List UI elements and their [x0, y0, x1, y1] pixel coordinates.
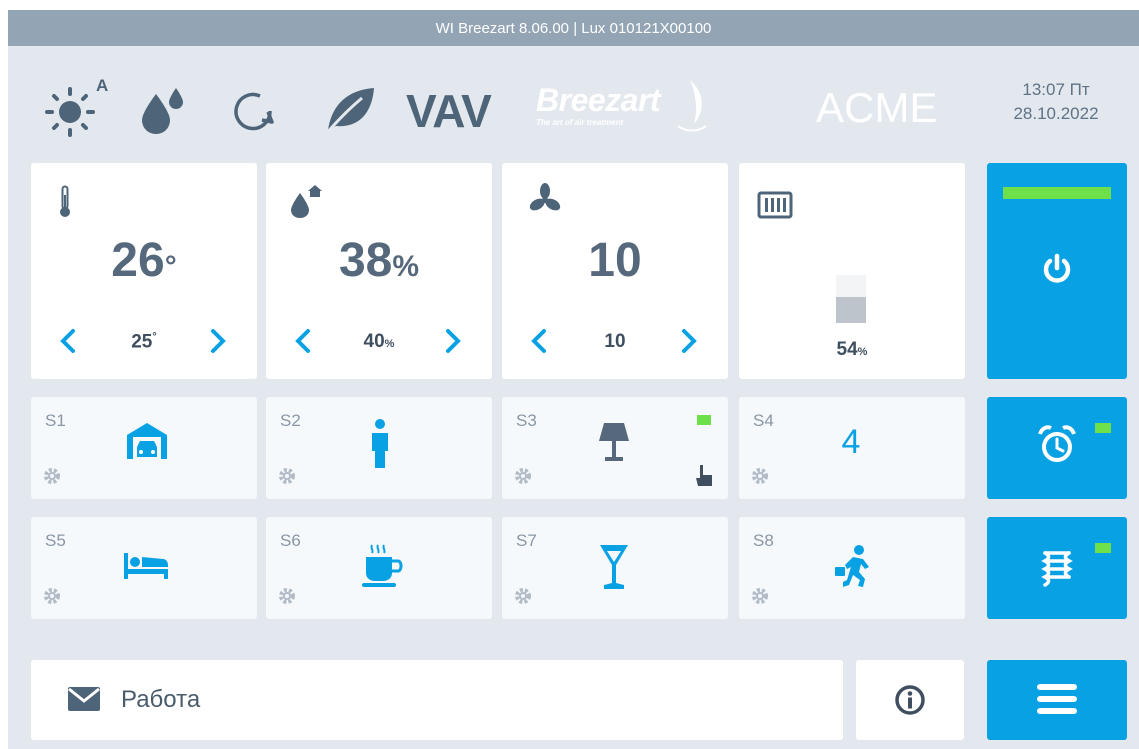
indoor-humidity-icon — [291, 185, 322, 218]
sensor-label: S4 — [753, 411, 774, 430]
gear-icon[interactable] — [278, 467, 296, 485]
temperature-decrease-button[interactable] — [55, 325, 81, 357]
title-bar: WI Breezart 8.06.00 | Lux 010121X00100 — [8, 10, 1139, 46]
power-status-indicator — [1003, 187, 1111, 199]
humidity-tile[interactable]: 38% 40% — [266, 163, 492, 379]
gear-icon[interactable] — [43, 467, 61, 485]
sun-auto-icon[interactable]: A — [44, 76, 112, 140]
humidity-increase-button[interactable] — [440, 325, 466, 357]
humidity-decrease-button[interactable] — [290, 325, 316, 357]
bed-icon — [124, 553, 168, 579]
fan-increase-button[interactable] — [676, 325, 702, 357]
power-icon — [1043, 253, 1071, 283]
heater-tile[interactable]: 54% — [739, 163, 965, 379]
app-frame: WI Breezart 8.06.00 | Lux 010121X00100 A — [8, 10, 1139, 749]
temperature-increase-button[interactable] — [205, 325, 231, 357]
fan-speed-tile[interactable]: 10 10 — [502, 163, 728, 379]
lamp-icon — [599, 423, 629, 461]
thermometer-icon — [60, 185, 70, 217]
sensor-tile-s5[interactable]: S5 — [31, 517, 257, 619]
humidity-setpoint: 40% — [363, 331, 395, 352]
message-bar[interactable]: Работа — [31, 660, 843, 740]
sensor-label: S6 — [280, 531, 301, 550]
message-text: Работа — [121, 686, 201, 713]
humidity-drops-icon[interactable] — [138, 82, 190, 138]
sensor-tile-s3[interactable]: S3 — [502, 397, 728, 499]
hand-pointer-icon — [696, 465, 712, 486]
recirculation-icon[interactable] — [230, 88, 276, 134]
cocktail-glass-icon — [600, 545, 628, 589]
filter-icon — [1041, 551, 1073, 587]
eco-leaf-icon[interactable] — [322, 84, 378, 136]
fan-setpoint: 10 — [604, 331, 626, 352]
sensor-label: S2 — [280, 411, 301, 430]
fan-speed-value: 10 — [588, 234, 642, 287]
menu-button[interactable] — [987, 660, 1127, 740]
sensor-active-indicator — [697, 415, 711, 425]
gear-icon[interactable] — [43, 587, 61, 605]
sensor-label: S7 — [516, 531, 537, 550]
alarm-status-indicator — [1095, 423, 1111, 433]
running-man-icon — [835, 545, 869, 587]
breezart-logo: Breezart The art of air treatment — [536, 80, 716, 140]
alarm-clock-button[interactable] — [987, 397, 1127, 499]
heater-level-fill — [836, 297, 866, 323]
sensor-tile-s1[interactable]: S1 — [31, 397, 257, 499]
sensor-tile-s2[interactable]: S2 — [266, 397, 492, 499]
envelope-icon — [68, 687, 100, 711]
gear-icon[interactable] — [278, 587, 296, 605]
gear-icon[interactable] — [751, 467, 769, 485]
clock-date: 28.10.2022 — [1013, 104, 1099, 123]
sensor-label: S5 — [45, 531, 66, 550]
power-button[interactable] — [987, 163, 1127, 379]
person-icon — [372, 419, 388, 468]
gear-icon[interactable] — [514, 587, 532, 605]
company-name: ACME — [816, 84, 938, 131]
auto-mark: A — [96, 76, 109, 95]
clock[interactable]: 13:07 Пт 28.10.2022 — [993, 78, 1119, 126]
temperature-setpoint: 25° — [131, 331, 157, 353]
sail-logo-icon — [677, 80, 707, 132]
sensor-label: S1 — [45, 411, 66, 430]
hamburger-menu-icon — [1037, 684, 1077, 714]
sensor-tile-s4[interactable]: S4 4 — [739, 397, 965, 499]
title-text: WI Breezart 8.06.00 | Lux 010121X00100 — [435, 19, 712, 37]
heater-radiator-icon — [757, 191, 793, 219]
sensor-tile-s8[interactable]: S8 — [739, 517, 965, 619]
heater-level-value: 54% — [836, 339, 868, 360]
alarm-clock-icon — [1038, 425, 1076, 462]
sensor-tile-s7[interactable]: S7 — [502, 517, 728, 619]
temperature-value: 26° — [111, 234, 177, 287]
temperature-tile[interactable]: 26° 25° — [31, 163, 257, 379]
filter-status-indicator — [1095, 543, 1111, 553]
sensor-tile-s6[interactable]: S6 — [266, 517, 492, 619]
sensor-label: S3 — [516, 411, 537, 430]
sensor-value: 4 — [841, 423, 861, 461]
fan-decrease-button[interactable] — [526, 325, 552, 357]
filter-button[interactable] — [987, 517, 1127, 619]
humidity-value: 38% — [338, 234, 420, 287]
info-button[interactable] — [856, 660, 964, 740]
info-icon — [895, 685, 925, 715]
gear-icon[interactable] — [514, 467, 532, 485]
gear-icon[interactable] — [751, 587, 769, 605]
fan-icon — [529, 183, 561, 211]
coffee-cup-icon — [362, 544, 403, 587]
heater-level-track — [836, 275, 866, 323]
vav-mode-label[interactable]: VAV — [406, 84, 492, 138]
garage-icon — [127, 423, 167, 459]
sensor-label: S8 — [753, 531, 774, 550]
clock-time: 13:07 Пт — [1022, 80, 1090, 99]
